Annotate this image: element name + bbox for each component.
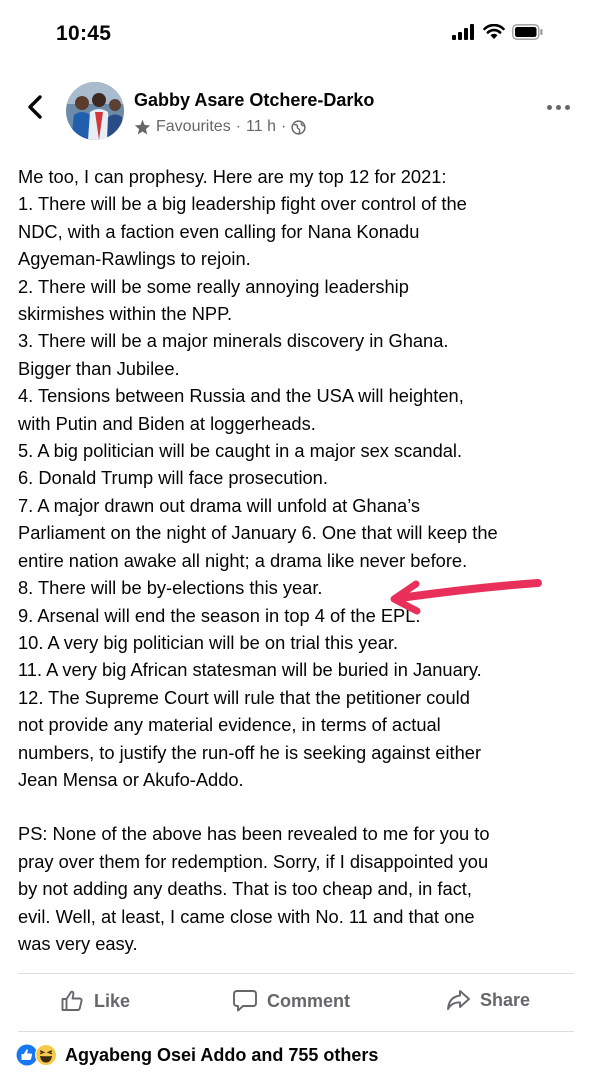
divider [18,1031,574,1032]
post-line: with Putin and Biden at loggerheads. [18,412,316,434]
like-icon [61,990,83,1011]
post-line: 12. The Supreme Court will rule that the… [18,686,470,708]
post-line: 2. There will be some really annoying le… [18,275,409,297]
share-button[interactable]: Share [446,989,530,1011]
globe-icon [291,119,306,135]
comment-icon [233,990,257,1012]
post-line: Parliament on the night of January 6. On… [18,522,498,544]
post-line: 3. There will be a major minerals discov… [18,330,449,352]
status-bar: 10:45 [0,0,590,70]
comment-button[interactable]: Comment [232,989,350,1013]
like-button[interactable]: Like [60,989,130,1013]
author-avatar[interactable] [66,82,124,140]
status-icons [452,24,544,40]
post-line: Agyeman-Rawlings to rejoin. [18,248,251,270]
post-line: 5. A big politician will be caught in a … [18,440,463,462]
haha-reaction-icon [35,1044,57,1066]
author-name[interactable]: Gabby Asare Otchere-Darko [134,90,374,111]
post-header: Gabby Asare Otchere-Darko Favourites · 1… [0,78,590,148]
post-time[interactable]: 11 h [246,118,276,136]
post-line: skirmishes within the NPP. [18,303,233,325]
post-line: 4. Tensions between Russia and the USA w… [18,385,464,407]
audience-label[interactable]: Favourites [156,118,231,136]
reactions-summary[interactable]: Agyabeng Osei Addo and 755 others [16,1044,378,1066]
post-line: 11. A very big African statesman will be… [18,659,482,681]
post-meta: Favourites · 11 h · [134,118,306,136]
share-icon [447,990,470,1010]
reactions-text: Agyabeng Osei Addo and 755 others [65,1044,379,1065]
post-line: NDC, with a faction even calling for Nan… [18,220,420,242]
share-label: Share [480,989,531,1010]
post-line: was very easy. [18,932,138,954]
post-line: numbers, to justify the run-off he is se… [18,741,482,763]
back-arrow-icon[interactable] [22,92,52,122]
post-line: evil. Well, at least, I came close with … [18,905,475,927]
meta-separator: · [235,118,242,135]
post-line: Jean Mensa or Akufo-Addo. [18,768,244,790]
post-line: 10. A very big politician will be on tri… [18,631,399,653]
post-line: by not adding any deaths. That is too ch… [18,878,472,900]
post-line: PS: None of the above has been revealed … [18,823,490,845]
avatar-photo [66,82,124,140]
divider [18,973,574,974]
post-line: 7. A major drawn out drama will unfold a… [18,494,421,516]
star-icon [134,119,151,135]
post-line: entire nation awake all night; a drama l… [18,549,468,571]
post-line: pray over them for redemption. Sorry, if… [18,850,489,872]
signal-icon [452,24,474,40]
comment-label: Comment [267,990,351,1011]
post-line: not provide any material evidence, in te… [18,714,441,736]
post-line: Bigger than Jubilee. [18,357,180,379]
post-body: Me too, I can prophesy. Here are my top … [18,163,583,957]
more-options-icon[interactable] [547,105,570,110]
status-time: 10:45 [56,22,112,45]
post-line: 6. Donald Trump will face prosecution. [18,467,328,489]
annotation-arrow [390,579,542,615]
like-label: Like [94,990,131,1011]
wifi-icon [483,24,505,39]
post-actions: Like Comment Share [0,985,590,1021]
battery-icon [512,24,543,40]
post-line: Me too, I can prophesy. Here are my top … [18,166,447,187]
meta-separator: · [280,118,287,135]
post-line: 1. There will be a big leadership fight … [18,193,467,215]
